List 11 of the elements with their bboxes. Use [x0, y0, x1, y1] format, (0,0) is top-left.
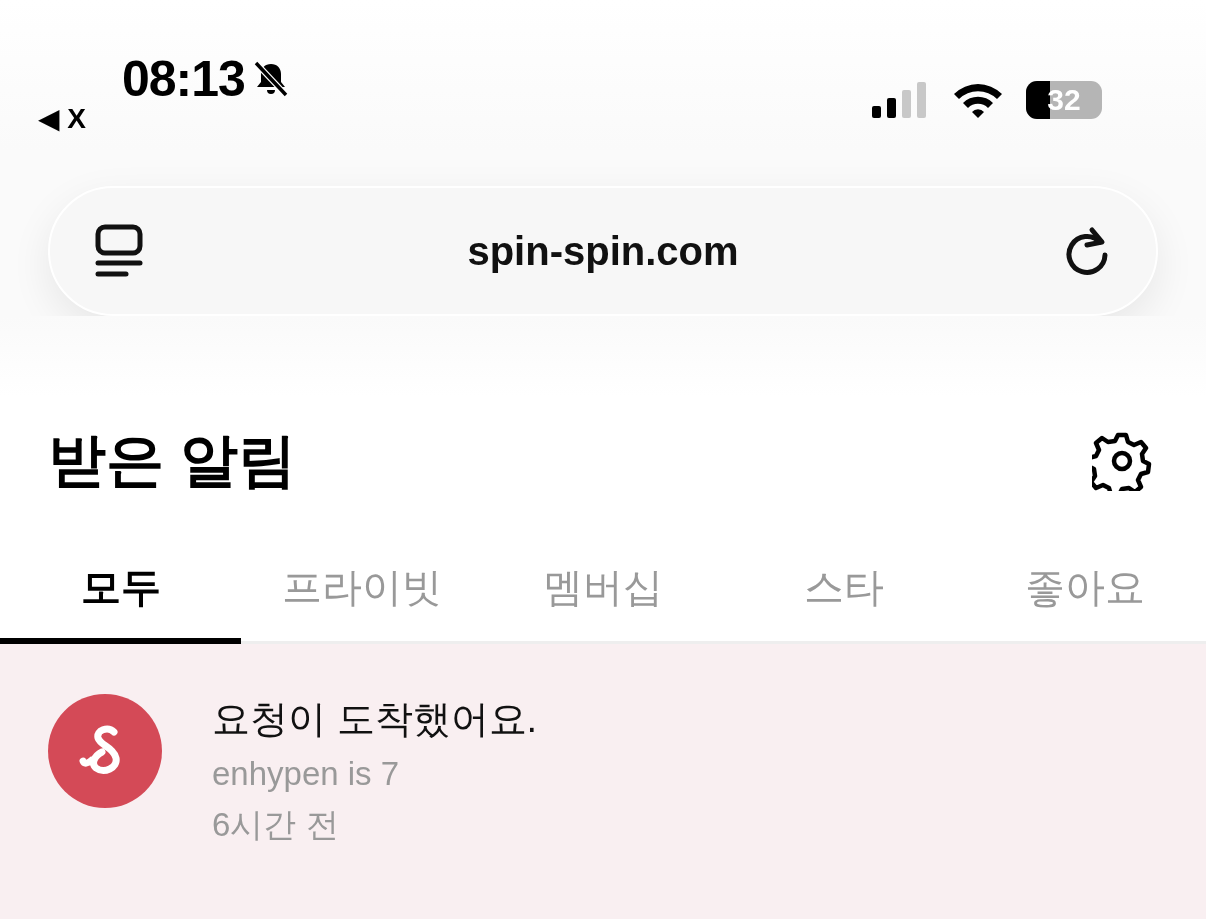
page-title: 받은 알림 [48, 426, 297, 494]
notification-subtitle: enhypen is 7 [212, 755, 401, 793]
notification-item[interactable]: 요청이 도착했어요. enhypen is 7 6시간 전 [0, 644, 1206, 919]
settings-icon[interactable] [1092, 431, 1152, 491]
address-bar[interactable]: spin-spin.com [48, 186, 1158, 316]
url-text[interactable]: spin-spin.com [467, 228, 739, 274]
notification-time: 6시간 전 [212, 805, 340, 845]
notification-title: 요청이 도착했어요. [212, 697, 538, 742]
logo-icon [48, 694, 162, 808]
wifi-icon [952, 81, 1004, 119]
tab-overview-icon[interactable] [94, 224, 144, 278]
